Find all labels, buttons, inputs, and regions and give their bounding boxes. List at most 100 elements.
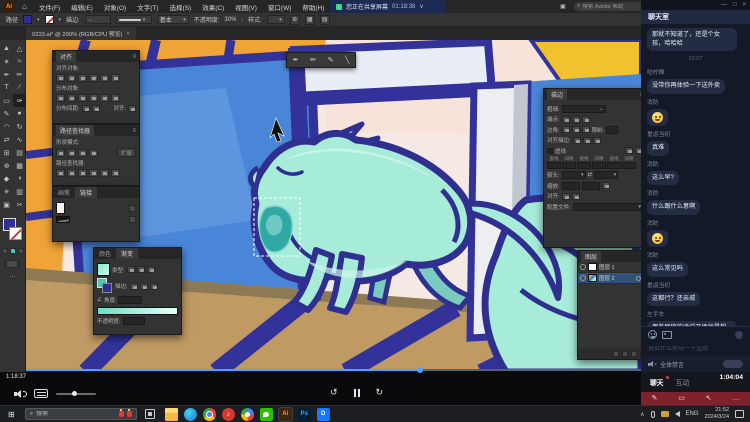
crop-icon[interactable] — [89, 169, 98, 177]
visibility-eye-icon[interactable] — [580, 275, 586, 281]
linear-gradient-icon[interactable] — [127, 266, 135, 273]
chrome-browser-icon[interactable] — [203, 408, 216, 421]
adobe-help-search[interactable]: ⌕ — [574, 2, 646, 11]
brushes-panel-tab[interactable]: 画笔 — [53, 187, 75, 198]
dashed-line-checkbox[interactable] — [547, 148, 553, 154]
close-icon[interactable]: × — [126, 31, 130, 37]
free-transform-tool-icon[interactable]: ⊞ — [0, 146, 13, 159]
stroke-swatch[interactable] — [9, 227, 22, 240]
panel-menu-icon[interactable]: ≡ — [132, 54, 136, 60]
gradient-tool-icon[interactable]: ◆ — [0, 172, 13, 185]
align-outside-icon[interactable] — [593, 137, 601, 144]
tab-chat[interactable]: 聊天 — [650, 377, 664, 387]
image-upload-icon[interactable] — [662, 331, 672, 339]
gradient-panel-tab[interactable]: 渐变 — [116, 248, 138, 259]
scale-start-field[interactable] — [562, 182, 580, 190]
stroke-weight-stepper[interactable]: ⌄ — [85, 15, 111, 24]
links-panel-tab[interactable]: 链接 — [75, 187, 97, 198]
language-indicator[interactable]: ENG — [686, 411, 699, 417]
divide-icon[interactable] — [56, 169, 65, 177]
start-button[interactable]: ⊞ — [8, 410, 15, 419]
align-icon[interactable] — [78, 74, 87, 82]
notification-center-icon[interactable] — [735, 410, 744, 418]
minus-back-icon[interactable] — [111, 169, 120, 177]
paintbrush-tool-icon[interactable]: ✑ — [13, 94, 26, 107]
home-icon[interactable]: ⌂ — [22, 2, 27, 11]
outline-icon[interactable] — [100, 169, 109, 177]
direct-selection-tool-icon[interactable]: △ — [13, 42, 26, 55]
panel-menu-icon[interactable]: ≡ — [132, 128, 136, 134]
volume-slider[interactable] — [56, 393, 96, 395]
align-icon[interactable] — [67, 74, 76, 82]
menu-select[interactable]: 选择(S) — [170, 2, 192, 12]
merge-icon[interactable] — [78, 169, 87, 177]
miter-join-icon[interactable] — [562, 126, 570, 133]
task-view-icon[interactable] — [145, 409, 155, 419]
preserve-dash-icon[interactable] — [625, 147, 633, 154]
distribute-icon[interactable] — [111, 94, 120, 102]
link-scale-icon[interactable] — [602, 182, 610, 189]
opacity-value[interactable]: 30% — [224, 17, 236, 23]
spacing-icon[interactable] — [82, 105, 90, 112]
folder-tray-icon[interactable] — [661, 411, 669, 417]
gradient-slider[interactable] — [97, 307, 178, 315]
menu-window[interactable]: 窗口(W) — [268, 2, 291, 12]
radial-gradient-icon[interactable] — [137, 266, 145, 273]
stroke-panel-tab[interactable]: 描边 — [547, 89, 567, 100]
scale-end-field[interactable] — [582, 182, 600, 190]
menu-view[interactable]: 视图(V) — [235, 2, 257, 12]
taskbar-clock[interactable]: 21:52 2024/3/24 — [705, 407, 729, 421]
align-panel-tab[interactable]: 对齐 — [56, 51, 76, 62]
menu-help[interactable]: 帮助(H) — [302, 2, 324, 12]
danmaku-toggle-icon[interactable] — [34, 389, 48, 398]
tab-interact[interactable]: 互动 — [676, 377, 690, 387]
rotate-tool-icon[interactable]: ↻ — [13, 120, 26, 133]
menu-type[interactable]: 文字(T) — [137, 2, 158, 12]
shape-builder-tool-icon[interactable]: ▤ — [13, 146, 26, 159]
color-button[interactable] — [2, 248, 8, 254]
new-layer-icon[interactable] — [631, 351, 637, 357]
layer-name[interactable]: 图层 2 — [599, 274, 615, 282]
file-explorer-icon[interactable] — [165, 408, 178, 421]
rectangle-tool-icon[interactable]: ▭ — [0, 94, 13, 107]
pen-tool-icon[interactable]: ✒ — [0, 68, 13, 81]
forward-icon[interactable]: ↻ — [376, 387, 384, 398]
pause-icon[interactable] — [354, 389, 360, 397]
weight-dropdown[interactable]: ⌄ — [562, 105, 606, 113]
stroke-color-swatch[interactable] — [45, 15, 54, 24]
edit-toolbar-icon[interactable]: … — [9, 272, 16, 279]
round-cap-icon[interactable] — [572, 116, 580, 123]
unite-icon[interactable] — [56, 149, 65, 157]
expand-button[interactable]: 扩展 — [117, 148, 136, 157]
distribute-icon[interactable] — [89, 94, 98, 102]
swap-arrowheads-icon[interactable]: ⇄ — [588, 172, 593, 178]
menu-effect[interactable]: 效果(C) — [202, 2, 224, 12]
exclude-icon[interactable] — [89, 149, 98, 157]
fill-stroke-mini[interactable] — [97, 278, 113, 294]
freeform-gradient-icon[interactable] — [147, 266, 155, 273]
laser-pointer-icon[interactable]: ↖ — [706, 392, 712, 405]
visibility-eye-icon[interactable] — [580, 264, 586, 270]
blend-tool-icon[interactable]: ◑ — [13, 172, 26, 185]
stroke-gradient-icon[interactable] — [140, 283, 148, 290]
video-progress-bar[interactable] — [0, 369, 641, 371]
microphone-icon[interactable] — [651, 411, 655, 418]
round-join-icon[interactable] — [572, 126, 580, 133]
symbol-sprayer-tool-icon[interactable]: ✳ — [0, 185, 13, 198]
brush-definition-dropdown[interactable]: ▾ — [116, 15, 152, 24]
style-dropdown[interactable]: ▾ — [267, 15, 285, 24]
browser-icon[interactable] — [241, 408, 254, 421]
arrowhead-end-dropdown[interactable]: ▾ — [594, 171, 618, 179]
fill-color-swatch[interactable] — [23, 15, 32, 24]
minus-front-icon[interactable] — [67, 149, 76, 157]
arrange-documents-icon[interactable]: ▣ — [560, 3, 566, 10]
intersect-icon[interactable] — [78, 149, 87, 157]
speaker-icon[interactable] — [675, 411, 680, 417]
menu-object[interactable]: 对象(O) — [104, 2, 126, 12]
variable-width-profile-dropdown[interactable]: 基本▾ — [157, 15, 189, 24]
width-tool-icon[interactable]: ∿ — [13, 133, 26, 146]
pathfinder-panel-tab[interactable]: 路径查找器 — [56, 125, 94, 136]
stroke-gradient-icon[interactable] — [150, 283, 158, 290]
chevron-down-icon[interactable]: ∨ — [419, 3, 423, 10]
tray-chevron-icon[interactable]: ∧ — [640, 411, 644, 418]
